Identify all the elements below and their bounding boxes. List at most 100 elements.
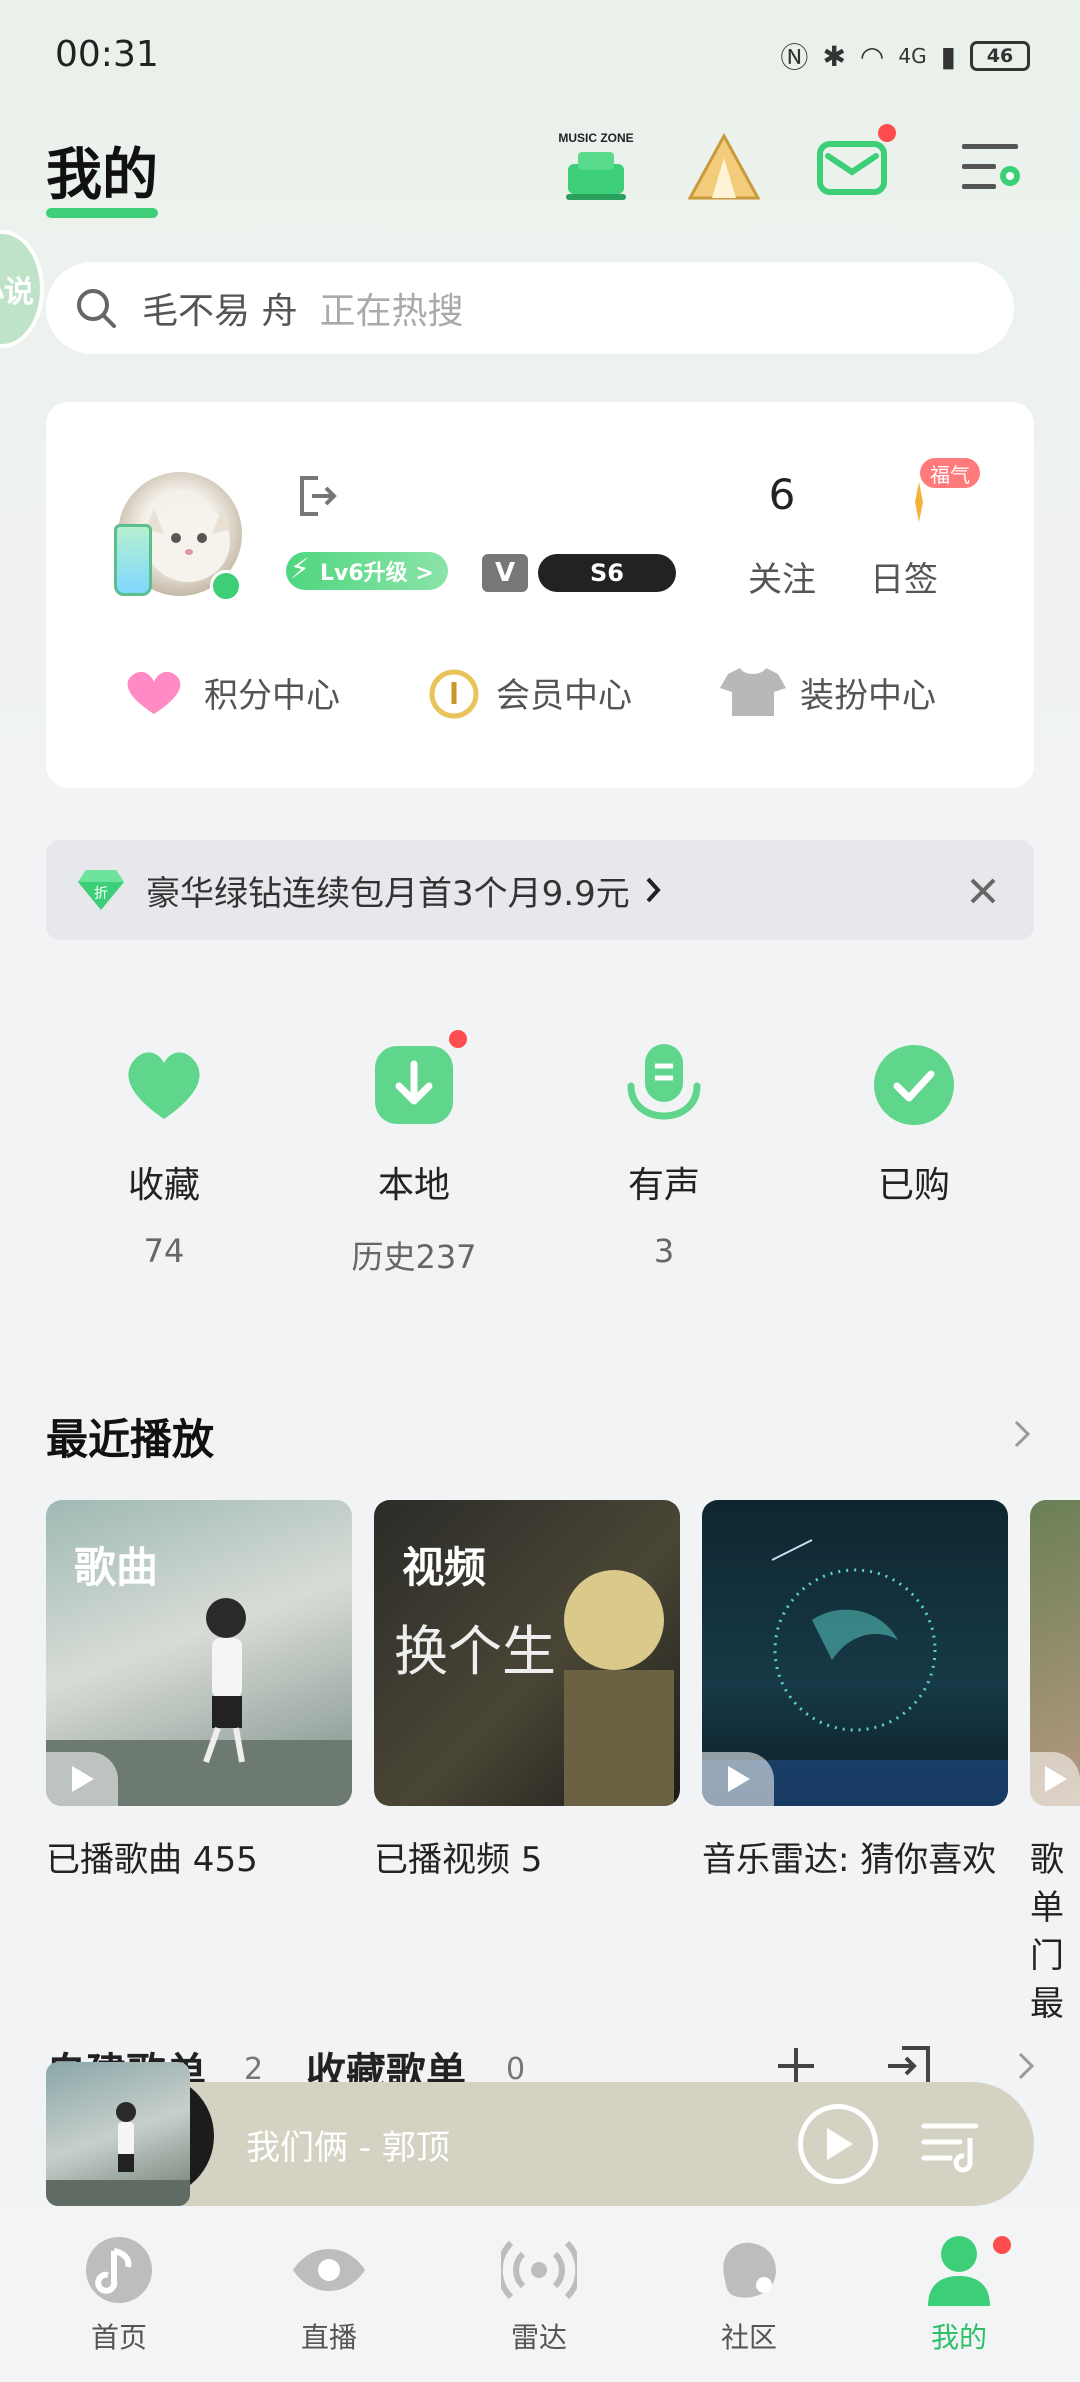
vip-center-label: 会员中心 bbox=[496, 675, 632, 716]
vip-v-badge[interactable]: V bbox=[482, 554, 528, 592]
chevron-right-icon bbox=[646, 877, 661, 903]
status-icons: Ⓝ ✱ ◠ 4G ▮ 46 bbox=[780, 36, 1030, 76]
svg-text:折: 折 bbox=[94, 886, 108, 902]
promo-text: 豪华绿钻连续包月首3个月9.9元 bbox=[146, 873, 630, 914]
mini-play-button[interactable] bbox=[798, 2104, 878, 2184]
favorites-label: 收藏 bbox=[127, 1165, 200, 1206]
audio-label: 有声 bbox=[627, 1165, 700, 1206]
tshirt-icon bbox=[720, 668, 786, 716]
audio-action[interactable]: 有声 3 bbox=[564, 1042, 764, 1272]
play-icon[interactable] bbox=[702, 1752, 774, 1806]
dress-center-label: 装扮中心 bbox=[800, 675, 936, 716]
home-note-icon bbox=[81, 2232, 157, 2308]
nav-label-home: 首页 bbox=[90, 2321, 147, 2354]
heart-icon bbox=[121, 1042, 207, 1128]
checkin-label[interactable]: 日签 bbox=[854, 552, 954, 601]
wechat-badge-icon bbox=[210, 570, 242, 602]
nav-label-community: 社区 bbox=[720, 2321, 777, 2354]
favorites-count: 74 bbox=[143, 1232, 185, 1270]
songs-card-tag: 歌曲 bbox=[74, 1543, 159, 1592]
recent-songs-label: 已播歌曲 455 bbox=[46, 1840, 258, 1880]
nav-item-live[interactable]: 直播 bbox=[254, 2232, 404, 2356]
nav-label-mine: 我的 bbox=[930, 2321, 987, 2354]
recent-section-title: 最近播放 bbox=[46, 1415, 215, 1464]
vip-promo-banner[interactable]: 折 豪华绿钻连续包月首3个月9.9元 bbox=[46, 840, 1034, 940]
vip-medal-icon bbox=[429, 669, 479, 719]
purchased-label: 已购 bbox=[877, 1165, 950, 1206]
video-overlay-text: 换个生 bbox=[394, 1620, 556, 1683]
search-query: 毛不易 舟 bbox=[142, 291, 298, 332]
nav-item-community[interactable]: 社区 bbox=[674, 2232, 824, 2356]
points-center-link[interactable]: 积分中心 bbox=[116, 664, 340, 720]
microphone-icon bbox=[621, 1042, 707, 1128]
network-type: 4G bbox=[898, 44, 927, 68]
settings-menu-icon[interactable] bbox=[952, 128, 1032, 208]
nav-item-mine[interactable]: 我的 bbox=[884, 2232, 1034, 2356]
search-bar[interactable]: 毛不易 舟 正在热搜 bbox=[46, 262, 1014, 354]
profile-card: Lv6升级 > ⚡ V S6 6 关注 福气 日签 积分中心 会员中心 装扮中心 bbox=[46, 402, 1034, 788]
heart-points-icon bbox=[127, 671, 181, 714]
playlists-more-chevron-icon[interactable] bbox=[1014, 2048, 1038, 2084]
green-diamond-icon: 折 bbox=[78, 870, 124, 910]
recent-videos-label: 已播视频 5 bbox=[374, 1840, 543, 1880]
mini-player-title: 我们俩 - 郭顶 bbox=[246, 2128, 450, 2168]
wifi-icon: ◠ bbox=[859, 39, 885, 73]
local-history-count: 历史237 bbox=[351, 1238, 477, 1276]
playlist-recent-card[interactable] bbox=[1030, 1500, 1080, 1806]
local-action[interactable]: 本地 历史237 bbox=[314, 1030, 514, 1276]
music-radar-label: 音乐雷达: 猜你喜欢 bbox=[702, 1840, 997, 1880]
person-icon bbox=[921, 2232, 1011, 2308]
sparkle-icon bbox=[904, 482, 934, 522]
search-icon bbox=[77, 289, 116, 328]
status-time: 00:31 bbox=[55, 34, 159, 75]
play-icon[interactable] bbox=[46, 1752, 118, 1806]
nav-label-radar: 雷达 bbox=[510, 2321, 567, 2354]
recent-videos-card[interactable]: 换个生 视频 bbox=[374, 1500, 680, 1806]
community-icon bbox=[711, 2232, 787, 2308]
recent-songs-card[interactable]: 歌曲 bbox=[46, 1500, 352, 1806]
avatar-drink-decoration bbox=[114, 524, 152, 596]
search-hint: 正在热搜 bbox=[319, 291, 464, 332]
nav-label-live: 直播 bbox=[300, 2321, 357, 2354]
music-zone-text: MUSIC ZONE bbox=[558, 131, 633, 145]
audio-count: 3 bbox=[653, 1232, 675, 1270]
nav-item-home[interactable]: 首页 bbox=[44, 2232, 194, 2356]
signal-icon: ▮ bbox=[940, 39, 956, 73]
side-novel-bubble[interactable]: 小说 bbox=[0, 230, 44, 348]
mail-icon[interactable] bbox=[812, 124, 896, 208]
music-radar-card[interactable] bbox=[702, 1500, 1008, 1806]
level-upgrade-badge[interactable]: Lv6升级 > bbox=[286, 552, 448, 590]
play-icon[interactable] bbox=[1030, 1752, 1080, 1806]
points-center-label: 积分中心 bbox=[204, 675, 340, 716]
svip-level-badge[interactable]: S6 bbox=[538, 554, 676, 592]
bolt-icon: ⚡ bbox=[290, 552, 310, 585]
follow-label[interactable]: 关注 bbox=[732, 552, 832, 601]
battery-indicator: 46 bbox=[970, 41, 1030, 71]
playlist-queue-icon[interactable] bbox=[920, 2112, 984, 2176]
bluetooth-icon: ✱ bbox=[822, 39, 846, 73]
check-icon bbox=[871, 1042, 957, 1128]
playlist-recent-label: 歌单 门最 bbox=[1030, 1840, 1064, 2024]
purchased-action[interactable]: 已购 bbox=[814, 1042, 1014, 1272]
title-underline bbox=[46, 208, 158, 218]
page-title: 我的 bbox=[46, 143, 158, 208]
eye-icon bbox=[291, 2232, 367, 2308]
vip-center-link[interactable]: 会员中心 bbox=[424, 664, 632, 720]
radar-icon bbox=[501, 2232, 577, 2308]
mini-player-cover[interactable] bbox=[46, 2062, 190, 2206]
download-icon bbox=[371, 1030, 467, 1128]
follow-count[interactable]: 6 bbox=[732, 470, 832, 519]
videos-card-tag: 视频 bbox=[402, 1543, 487, 1592]
mine-notification-dot bbox=[993, 2236, 1011, 2254]
recent-more-chevron-icon[interactable] bbox=[1010, 1416, 1034, 1452]
nav-item-radar[interactable]: 雷达 bbox=[464, 2232, 614, 2356]
favorites-action[interactable]: 收藏 74 bbox=[64, 1042, 264, 1272]
dress-center-link[interactable]: 装扮中心 bbox=[718, 664, 936, 720]
tent-icon[interactable] bbox=[684, 128, 764, 208]
logout-icon[interactable] bbox=[292, 472, 340, 520]
mail-notification-dot bbox=[878, 124, 896, 142]
music-zone-icon[interactable]: MUSIC ZONE bbox=[556, 128, 636, 208]
local-notification-dot bbox=[449, 1030, 467, 1048]
local-label: 本地 bbox=[377, 1165, 450, 1206]
close-icon[interactable] bbox=[968, 876, 998, 906]
